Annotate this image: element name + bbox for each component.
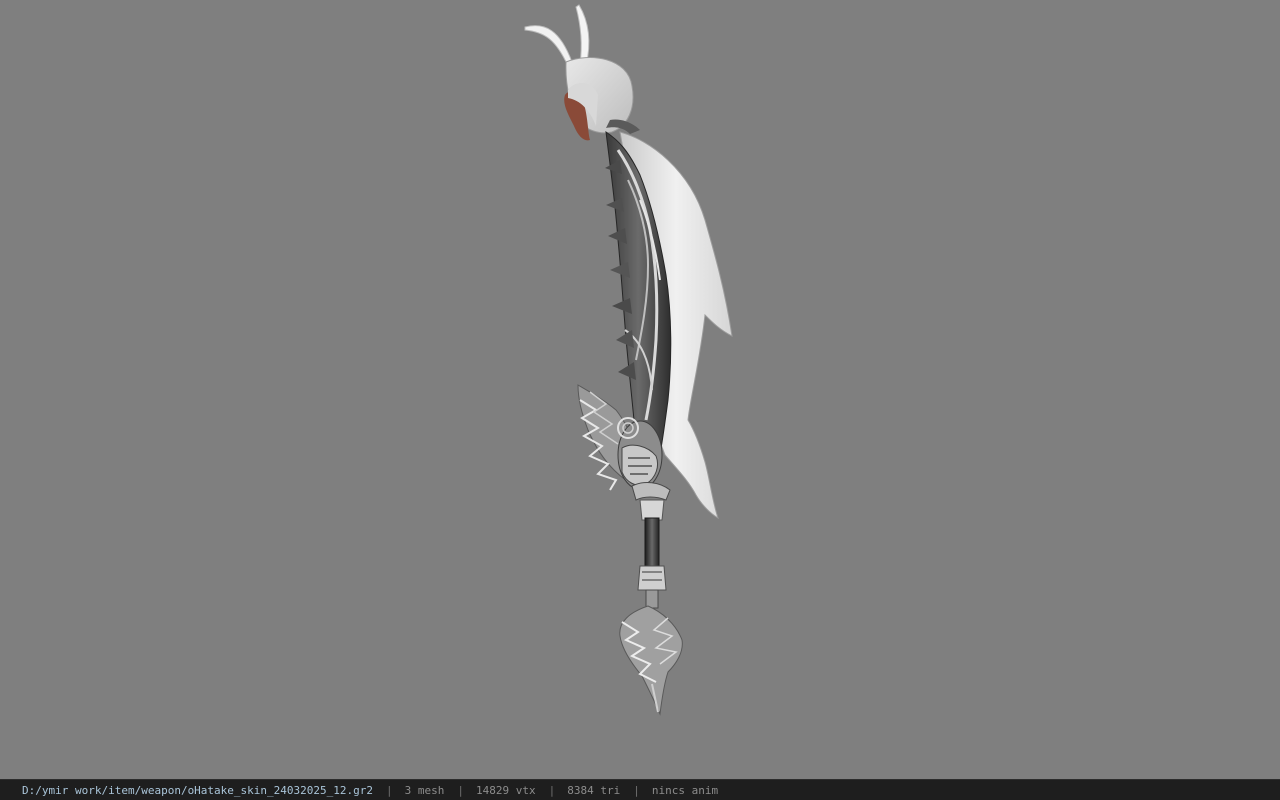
separator: |	[457, 783, 464, 797]
guard-collar	[631, 482, 671, 521]
separator: |	[633, 783, 640, 797]
weapon-model-render[interactable]	[0, 0, 1280, 779]
triangle-count: 8384 tri	[567, 783, 621, 797]
anim-status: nincs anim	[651, 783, 719, 797]
file-path[interactable]: D:/ymir work/item/weapon/oHatake_skin_24…	[22, 784, 373, 797]
pommel-tassel	[619, 605, 683, 716]
vertex-count: 14829 vtx	[476, 783, 536, 797]
weapon-handle	[637, 517, 667, 609]
separator: |	[548, 783, 556, 797]
horn-left	[524, 25, 573, 67]
head-ornament	[564, 56, 640, 141]
horn-right	[575, 4, 590, 67]
3d-viewport[interactable]	[0, 0, 1280, 779]
mesh-count: 3 mesh	[404, 783, 445, 797]
status-bar: D:/ymir work/item/weapon/oHatake_skin_24…	[0, 779, 1280, 800]
separator: |	[386, 783, 393, 797]
